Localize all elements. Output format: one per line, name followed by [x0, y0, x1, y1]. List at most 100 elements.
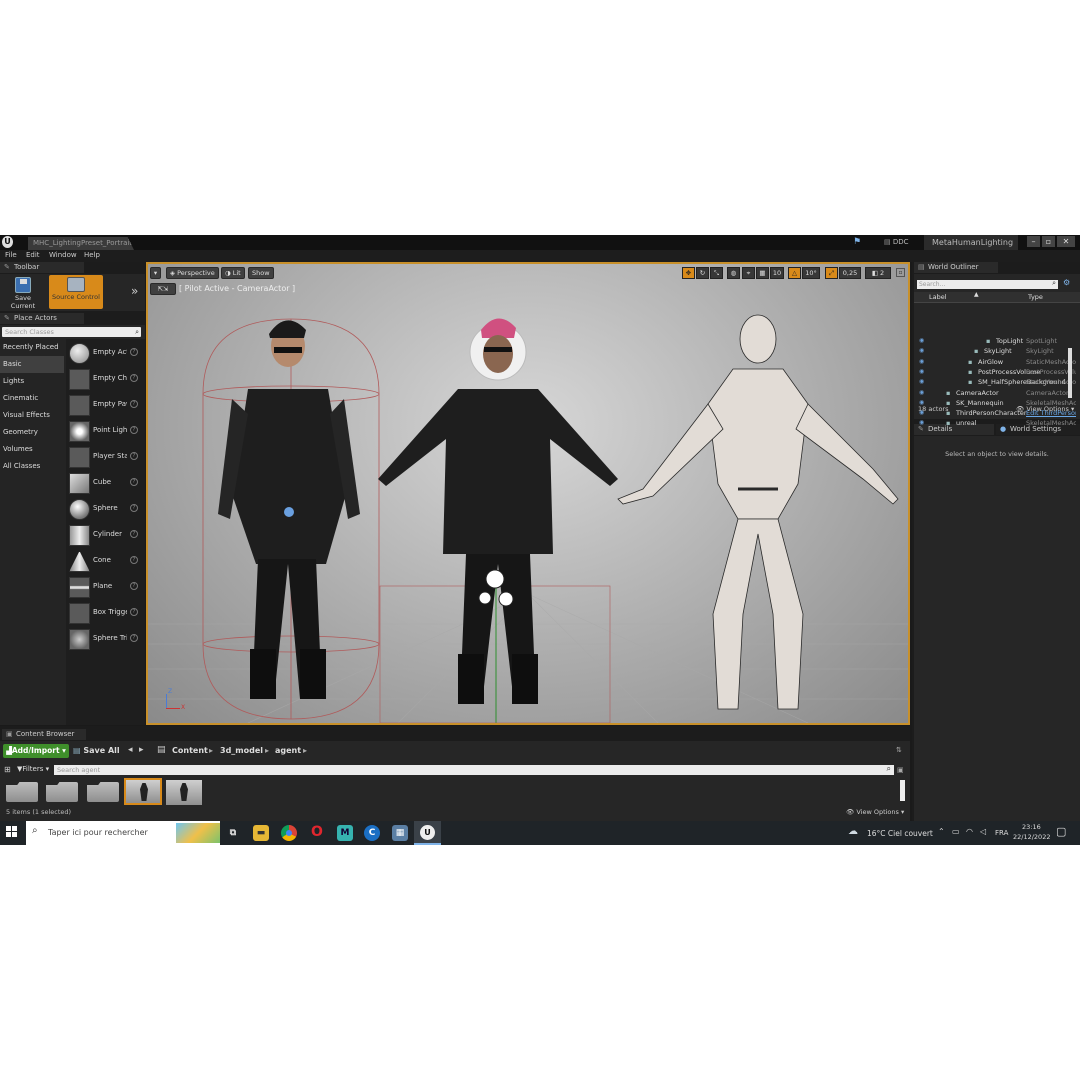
filters-button[interactable]: ▼Filters ▾	[17, 765, 49, 773]
visibility-eye-icon[interactable]: ◉	[919, 336, 924, 346]
perspective-button[interactable]: ◈ Perspective	[166, 267, 219, 279]
rotate-tool-icon[interactable]: ↻	[696, 267, 709, 279]
file-explorer-icon[interactable]: ▬	[253, 825, 269, 841]
actor-item-plane[interactable]: Plane?	[68, 575, 141, 601]
outliner-settings-icon[interactable]: ⚙	[1063, 278, 1070, 287]
visibility-eye-icon[interactable]: ◉	[919, 388, 924, 398]
category-geometry[interactable]: Geometry	[0, 424, 64, 441]
asset-folder-2[interactable]	[46, 782, 78, 802]
toolbar-tab[interactable]: ✎ Toolbar	[0, 262, 84, 273]
scale-tool-icon[interactable]: ⤡	[710, 267, 723, 279]
help-icon[interactable]: ?	[130, 530, 138, 538]
actor-item-cube[interactable]: Cube?	[68, 471, 141, 497]
level-viewport[interactable]: ▾ ◈ Perspective ◑ Lit Show ⇱⇲ [ Pilot Ac…	[146, 262, 910, 725]
outliner-scrollbar[interactable]	[1068, 348, 1072, 398]
category-all-classes[interactable]: All Classes	[0, 458, 64, 475]
help-icon[interactable]: ?	[130, 348, 138, 356]
minimize-button[interactable]: –	[1027, 236, 1040, 247]
help-icon[interactable]: ?	[130, 634, 138, 642]
asset-folder-1[interactable]	[6, 782, 38, 802]
actor-item-sphere-trigger[interactable]: Sphere Trigger?	[68, 627, 141, 653]
outliner-row[interactable]: ◉ ▪ unreal SkeletalMeshActor	[916, 418, 1076, 428]
actor-item-empty-character[interactable]: Empty Character?	[68, 367, 141, 393]
chrome-icon[interactable]	[281, 825, 297, 841]
world-local-icon[interactable]: ◍	[727, 267, 740, 279]
toolbar-expand-icon[interactable]: »	[131, 284, 138, 298]
scale-snap-value[interactable]: 0,25	[839, 267, 861, 279]
help-icon[interactable]: ?	[130, 374, 138, 382]
maya-icon[interactable]: M	[337, 825, 353, 841]
content-view-options[interactable]: 👁 View Options ▾	[846, 808, 904, 816]
help-icon[interactable]: ?	[130, 478, 138, 486]
document-tab[interactable]: MHC_LightingPreset_Portrait	[28, 237, 134, 250]
network-icon[interactable]: ◠	[966, 827, 973, 836]
character-metahuman-center[interactable]	[378, 318, 618, 704]
actor-item-cylinder[interactable]: Cylinder?	[68, 523, 141, 549]
lit-button[interactable]: ◑ Lit	[221, 267, 245, 279]
asset-folder-3[interactable]	[87, 782, 119, 802]
add-import-button[interactable]: ▟Add/Import ▾	[3, 744, 69, 758]
taskbar-search-box[interactable]: ⌕ Taper ici pour rechercher	[26, 821, 220, 845]
outliner-col-type[interactable]: Type	[1028, 293, 1043, 301]
outliner-row[interactable]: ◉▪PostProcessVolumePostProcessVolume	[916, 367, 1076, 377]
search-classes-input[interactable]: Search Classes ⌕	[2, 327, 141, 337]
grid-snap-value[interactable]: 10	[770, 267, 784, 279]
actor-item-player-start[interactable]: Player Start?	[68, 445, 141, 471]
category-visual-effects[interactable]: Visual Effects	[0, 407, 64, 424]
outliner-row[interactable]: ◉ ▪ TopLight SpotLight	[916, 336, 1076, 346]
notification-center-icon[interactable]: ▢	[1056, 825, 1066, 838]
help-icon[interactable]: ?	[130, 400, 138, 408]
help-icon[interactable]: ?	[130, 426, 138, 434]
help-icon[interactable]: ?	[130, 504, 138, 512]
visibility-eye-icon[interactable]: ◉	[919, 408, 924, 418]
rotation-snap-value[interactable]: 10°	[802, 267, 820, 279]
unreal-logo-icon[interactable]: U	[2, 236, 13, 248]
category-lights[interactable]: Lights	[0, 373, 64, 390]
actor-item-cone[interactable]: Cone?	[68, 549, 141, 575]
translate-tool-icon[interactable]: ✥	[682, 267, 695, 279]
windows-start-icon[interactable]	[6, 826, 18, 838]
eject-pilot-button[interactable]: ⇱⇲	[150, 283, 176, 295]
category-volumes[interactable]: Volumes	[0, 441, 64, 458]
edit-blueprint-link[interactable]: Edit ThirdPersonCharacter	[1026, 408, 1076, 418]
breadcrumb-separator[interactable]: ▸	[209, 746, 213, 755]
sources-toggle-icon[interactable]: ⊞	[4, 765, 11, 774]
outliner-search-input[interactable]: Search... ⌕	[917, 279, 1058, 289]
help-icon[interactable]: ?	[130, 608, 138, 616]
close-button[interactable]: ✕	[1057, 236, 1075, 247]
actor-item-empty-actor[interactable]: Empty Actor?	[68, 341, 141, 367]
tray-chevron-icon[interactable]: ⌃	[938, 827, 945, 836]
forward-arrow-icon[interactable]: ▸	[139, 745, 144, 755]
menu-edit[interactable]: Edit	[26, 251, 40, 259]
outliner-row[interactable]: ◉ ▪ CameraActor CameraActor	[916, 388, 1076, 398]
surface-snap-icon[interactable]: ⌖	[742, 267, 755, 279]
show-button[interactable]: Show	[248, 267, 274, 279]
history-icon[interactable]: ⇅	[896, 746, 902, 754]
grid-snap-icon[interactable]: ▦	[756, 267, 769, 279]
outliner-row[interactable]: ◉ ▪ SkyLight SkyLight	[916, 346, 1076, 356]
c-app-icon[interactable]: C	[364, 825, 380, 841]
breadcrumb-agent[interactable]: agent	[275, 746, 301, 755]
unreal-taskbar-button[interactable]: U	[414, 821, 441, 845]
visibility-eye-icon[interactable]: ◉	[919, 346, 924, 356]
menu-window[interactable]: Window	[49, 251, 77, 259]
actor-item-point-light[interactable]: Point Light?	[68, 419, 141, 445]
outliner-row[interactable]: ◉ ▪ ThirdPersonCharacterEdit ThirdPersonCh…	[916, 408, 1076, 418]
category-recently-placed[interactable]: Recently Placed	[0, 339, 64, 356]
source-control-status-icon[interactable]: ⚑	[853, 237, 865, 248]
help-icon[interactable]: ?	[130, 582, 138, 590]
viewport-options-button[interactable]: ▾	[150, 267, 161, 279]
menu-help[interactable]: Help	[84, 251, 100, 259]
lock-icon[interactable]: ▣	[897, 766, 904, 774]
asset-thumbnail-agent[interactable]	[166, 780, 202, 805]
actor-item-empty-pawn[interactable]: Empty Pawn?	[68, 393, 141, 419]
maximize-button[interactable]: ▫	[1042, 236, 1055, 247]
clock-date[interactable]: 22/12/2022	[1013, 833, 1050, 841]
breadcrumb-3d-model[interactable]: 3d_model	[220, 746, 263, 755]
maximize-viewport-icon[interactable]: ▫	[896, 268, 905, 277]
category-cinematic[interactable]: Cinematic	[0, 390, 64, 407]
place-actors-tab[interactable]: ✎ Place Actors	[0, 313, 84, 324]
help-icon[interactable]: ?	[130, 452, 138, 460]
save-all-button[interactable]: ▤ Save All	[73, 746, 120, 755]
battery-icon[interactable]: ▭	[952, 827, 960, 836]
